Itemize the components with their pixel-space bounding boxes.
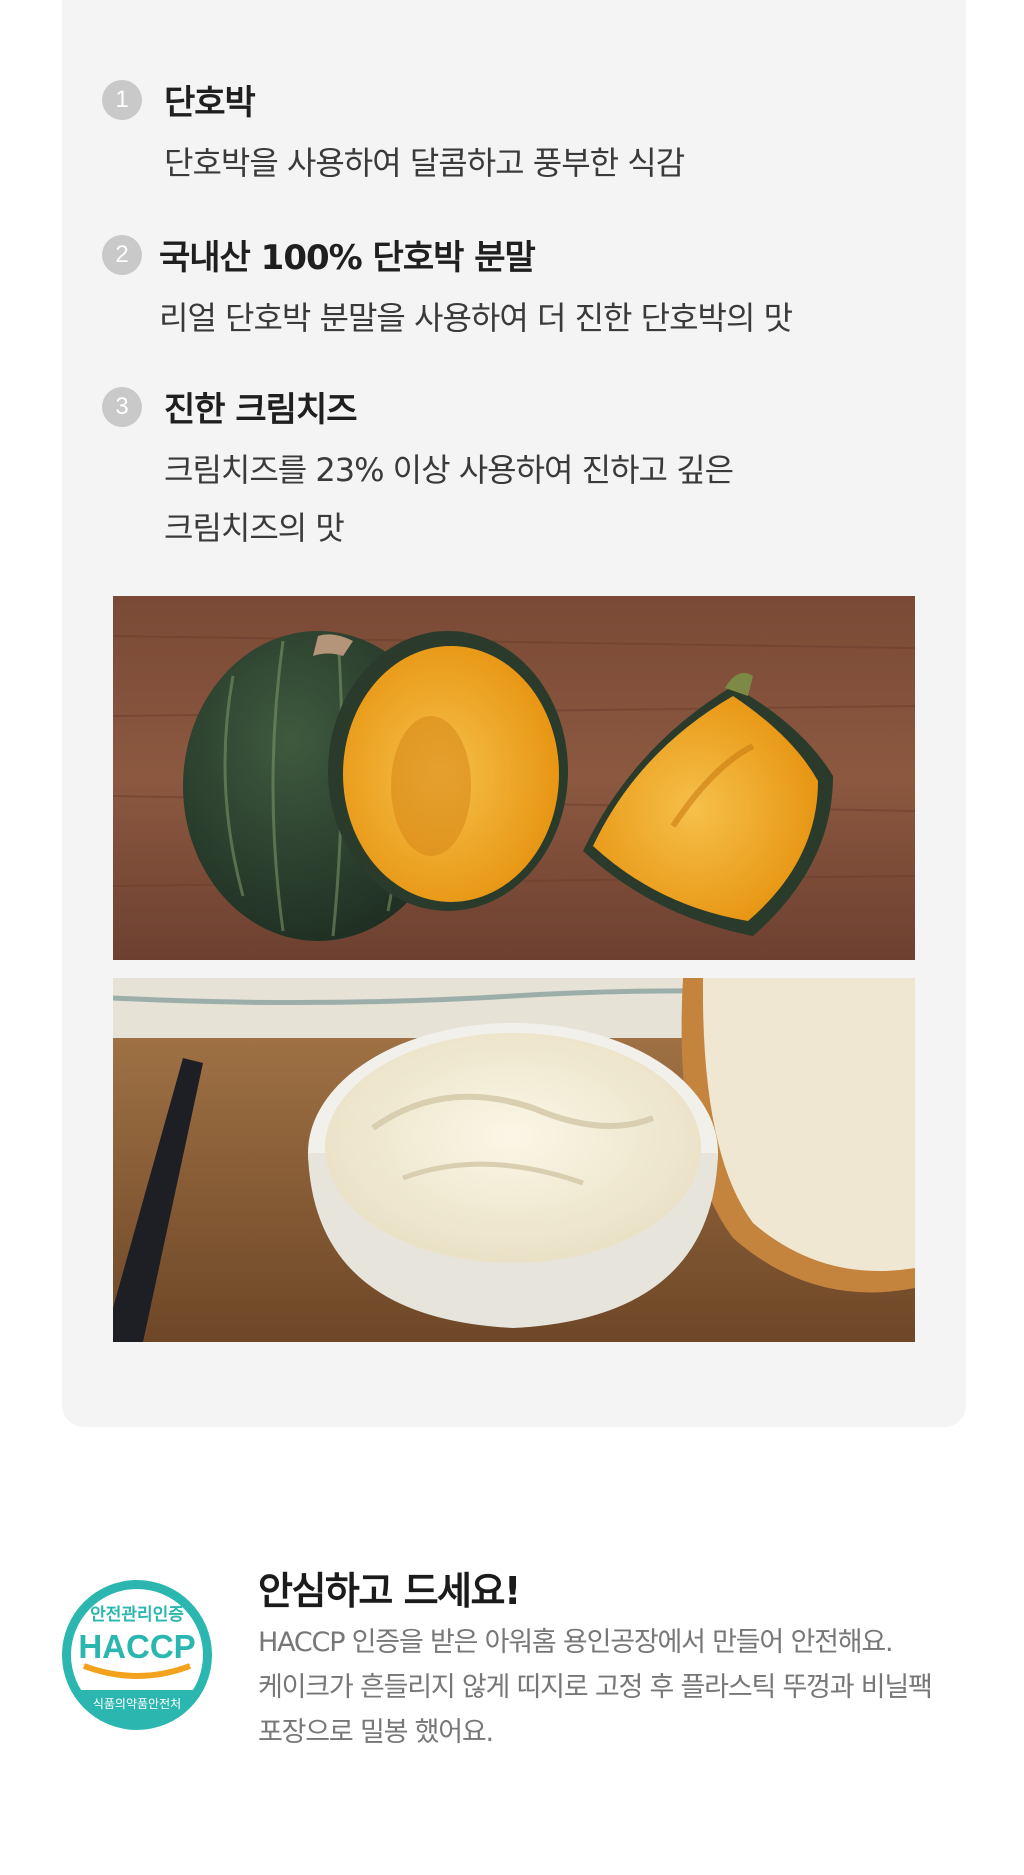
feature-card: 1 단호박 단호박을 사용하여 달콤하고 풍부한 식감 2 국내산 100% 단… [62,0,966,1427]
safety-description-line: 포장으로 밀봉 했어요. [258,1717,494,1748]
feature-title: 단호박 [164,83,256,123]
feature-number-badge: 1 [102,80,142,120]
feature-description: 리얼 단호박 분말을 사용하여 더 진한 단호박의 맛 [159,289,939,347]
safety-description-line: HACCP 인증을 받은 아워홈 용인공장에서 만들어 안전해요. [258,1627,894,1658]
pumpkin-photo [113,596,915,960]
product-detail-page: 1 단호박 단호박을 사용하여 달콤하고 풍부한 식감 2 국내산 100% 단… [0,0,1024,1875]
haccp-badge-top-text: 안전관리인증 [90,1605,184,1625]
haccp-badge-main-text: HACCP [78,1628,195,1665]
feature-description: 단호박을 사용하여 달콤하고 풍부한 식감 [164,134,944,192]
feature-description-line: 크림치즈를 23% 이상 사용하여 진하고 깊은 [164,451,734,489]
safety-description: HACCP 인증을 받은 아워홈 용인공장에서 만들어 안전해요. 케이크가 흔… [258,1620,978,1755]
safety-description-line: 케이크가 흔들리지 않게 띠지로 고정 후 플라스틱 뚜껑과 비닐팩 [258,1672,933,1703]
feature-number-badge: 2 [102,235,142,275]
haccp-badge: 안전관리인증 HACCP 식품의약품안전처 [60,1578,214,1732]
feature-number-badge: 3 [102,387,142,427]
safety-title: 안심하고 드세요! [258,1569,521,1613]
cream-cheese-photo [113,978,915,1342]
feature-title: 국내산 100% 단호박 분말 [159,238,536,278]
feature-description: 크림치즈를 23% 이상 사용하여 진하고 깊은 크림치즈의 맛 [164,441,944,557]
feature-title: 진한 크림치즈 [164,390,358,430]
feature-description-line: 크림치즈의 맛 [164,509,345,547]
haccp-badge-bottom-text: 식품의약품안전처 [93,1696,181,1711]
feature-description-line: 단호박을 사용하여 달콤하고 풍부한 식감 [164,144,685,182]
feature-description-line: 리얼 단호박 분말을 사용하여 더 진한 단호박의 맛 [159,299,793,337]
